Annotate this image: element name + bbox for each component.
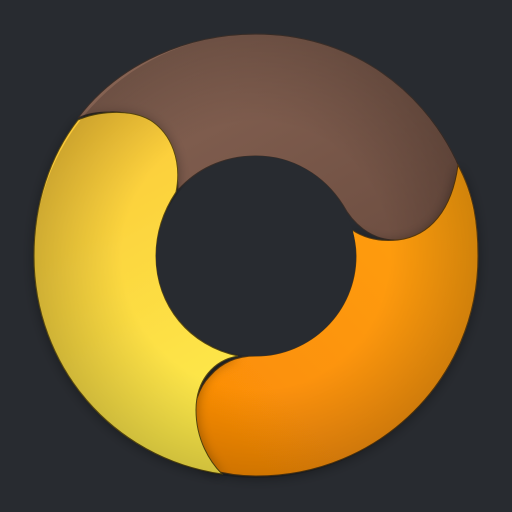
icon-canvas [0,0,512,512]
app-icon [33,33,479,478]
center-hole [156,156,356,356]
